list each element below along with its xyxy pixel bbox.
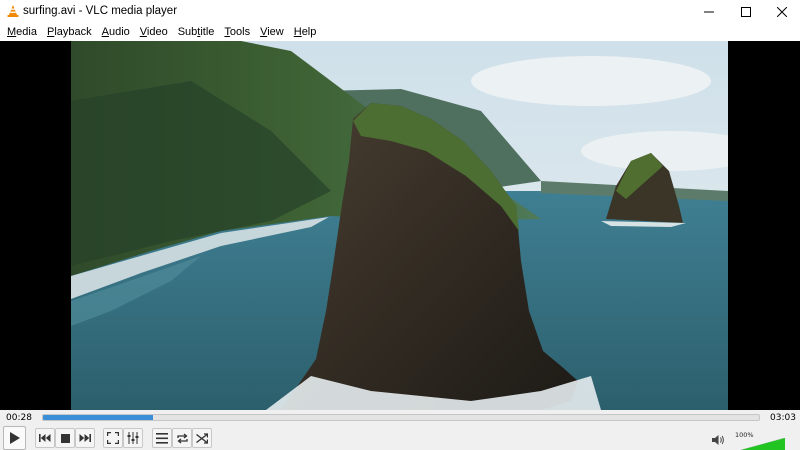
fullscreen-icon xyxy=(107,432,119,444)
stop-button[interactable] xyxy=(55,428,75,448)
volume-level xyxy=(741,438,785,450)
seek-progress xyxy=(43,415,153,420)
playlist-button[interactable] xyxy=(152,428,172,448)
maximize-icon xyxy=(741,6,751,17)
play-button[interactable] xyxy=(3,426,26,450)
title-bar: surfing.avi - VLC media player xyxy=(0,0,800,23)
control-bar: 00:28 03:03 100% xyxy=(0,410,800,450)
play-icon xyxy=(9,432,20,444)
previous-button[interactable] xyxy=(35,428,55,448)
minimize-button[interactable] xyxy=(691,0,727,23)
menu-bar: Media Playback Audio Video Subtitle Tool… xyxy=(0,23,800,41)
extended-settings-button[interactable] xyxy=(123,428,143,448)
stop-icon xyxy=(60,433,70,443)
menu-video[interactable]: Video xyxy=(135,23,173,41)
menu-view[interactable]: View xyxy=(255,23,289,41)
menu-media[interactable]: Media xyxy=(2,23,42,41)
loop-button[interactable] xyxy=(172,428,192,448)
vlc-cone-icon xyxy=(7,5,19,17)
maximize-button[interactable] xyxy=(728,0,764,23)
shuffle-button[interactable] xyxy=(192,428,212,448)
menu-help[interactable]: Help xyxy=(289,23,322,41)
menu-audio[interactable]: Audio xyxy=(97,23,135,41)
next-button[interactable] xyxy=(75,428,95,448)
playlist-icon xyxy=(156,432,168,444)
shuffle-icon xyxy=(196,432,208,444)
window-title: surfing.avi - VLC media player xyxy=(23,5,178,17)
loop-icon xyxy=(176,432,188,444)
total-time: 03:03 xyxy=(770,413,796,423)
skip-previous-icon xyxy=(39,434,51,442)
video-area[interactable] xyxy=(0,41,800,410)
close-button[interactable] xyxy=(764,0,800,23)
menu-tools[interactable]: Tools xyxy=(219,23,255,41)
fullscreen-button[interactable] xyxy=(103,428,123,448)
video-frame xyxy=(71,41,728,410)
seek-bar[interactable] xyxy=(42,414,760,421)
volume-slider[interactable] xyxy=(730,438,785,450)
speaker-icon xyxy=(712,435,724,445)
equalizer-icon xyxy=(127,432,139,444)
menu-playback[interactable]: Playback xyxy=(42,23,97,41)
close-icon xyxy=(777,6,787,17)
elapsed-time: 00:28 xyxy=(6,413,32,423)
skip-next-icon xyxy=(79,434,91,442)
menu-subtitle[interactable]: Subtitle xyxy=(173,23,220,41)
mute-button[interactable] xyxy=(711,434,725,448)
minimize-icon xyxy=(704,11,714,12)
